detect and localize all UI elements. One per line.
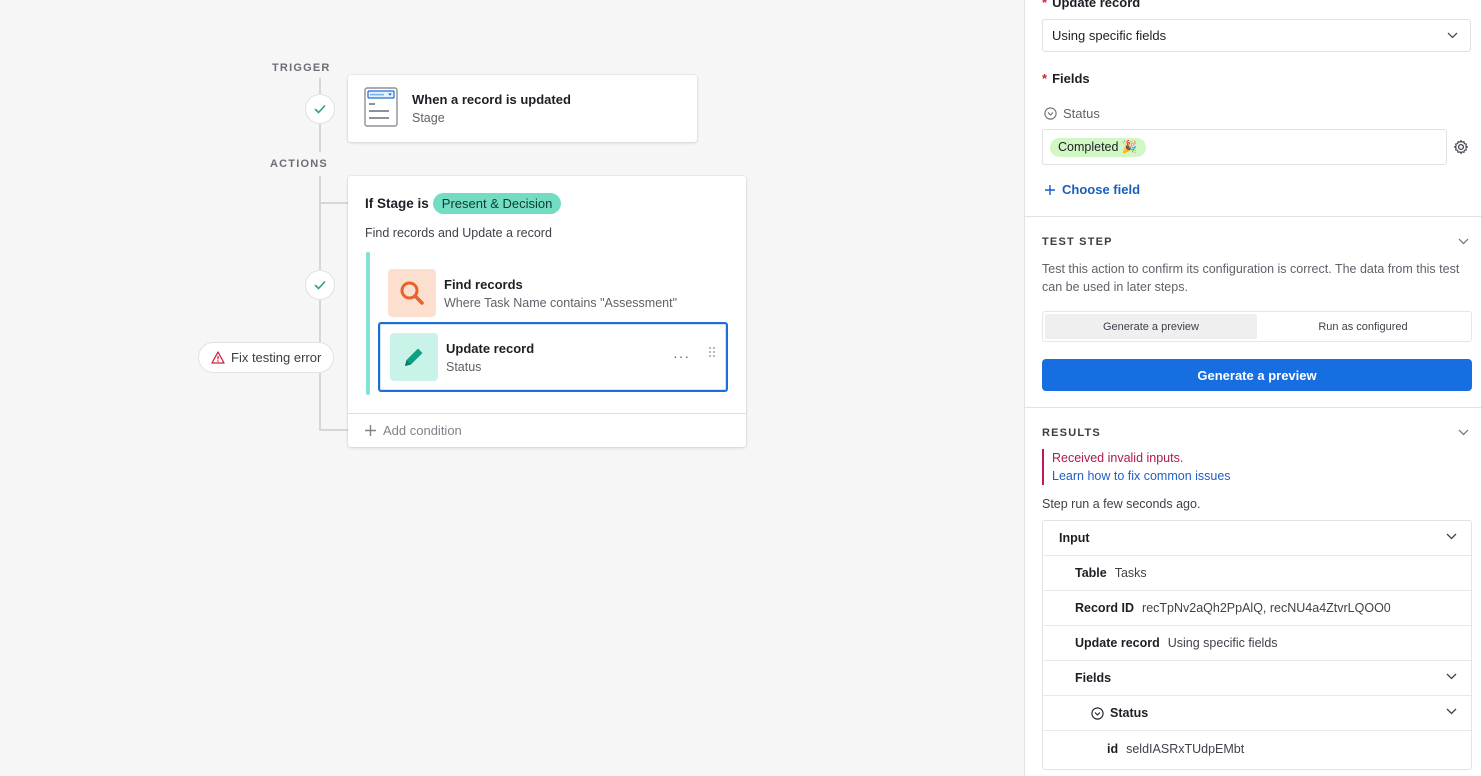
find-records-subtitle: Where Task Name contains "Assessment" — [444, 295, 678, 310]
divider — [1025, 216, 1481, 217]
choose-field-button[interactable]: Choose field — [1044, 182, 1140, 197]
connector-line — [319, 299, 321, 342]
chevron-down-icon — [1446, 533, 1457, 540]
trigger-success-check-icon — [305, 94, 335, 124]
chevron-down-icon — [1447, 32, 1458, 39]
chevron-down-icon — [1446, 673, 1457, 680]
divider — [1025, 407, 1481, 408]
connector-line — [319, 124, 321, 152]
trigger-subtitle: Stage — [412, 111, 445, 125]
single-select-icon — [1044, 107, 1057, 120]
step-run-time: Step run a few seconds ago. — [1042, 497, 1201, 511]
test-step-heading: TEST STEP — [1042, 236, 1113, 248]
find-records-title: Find records — [444, 276, 523, 292]
table-row: Table Tasks — [1043, 556, 1471, 591]
condition-header: If Stage is Present & Decision — [365, 193, 562, 214]
condition-prefix: If Stage is — [365, 196, 429, 211]
results-heading: RESULTS — [1042, 427, 1101, 439]
automation-canvas[interactable]: TRIGGER ACTIONS When a record is updated — [0, 0, 1024, 776]
connector-branch — [319, 429, 349, 431]
actions-success-check-icon — [305, 270, 335, 300]
pencil-icon — [390, 333, 438, 381]
results-input-table: Input Table Tasks Record ID recTpNv2aQh2… — [1042, 520, 1472, 770]
update-record-subtitle: Status — [446, 359, 482, 374]
chevron-down-icon[interactable] — [1458, 238, 1469, 245]
status-value-field[interactable]: Completed 🎉 — [1042, 129, 1447, 165]
trigger-title: When a record is updated — [412, 92, 571, 107]
input-row[interactable]: Input — [1043, 521, 1471, 556]
results-error-block: Received invalid inputs. Learn how to fi… — [1042, 449, 1231, 485]
update-record-select[interactable]: Using specific fields — [1042, 19, 1471, 52]
chevron-down-icon[interactable] — [1458, 429, 1469, 436]
fields-row[interactable]: Fields — [1043, 661, 1471, 696]
connector-line — [319, 373, 321, 431]
fix-common-issues-link[interactable]: Learn how to fix common issues — [1052, 467, 1231, 485]
trigger-section-label: TRIGGER — [272, 62, 331, 74]
drag-handle-icon[interactable] — [708, 346, 716, 361]
actions-section-label: ACTIONS — [270, 158, 328, 170]
update-record-label: * Update record — [1042, 0, 1141, 10]
gear-icon[interactable] — [1453, 139, 1469, 158]
single-select-icon — [1091, 706, 1104, 720]
status-row[interactable]: Status — [1043, 696, 1471, 731]
find-records-step[interactable]: Find records Where Task Name contains "A… — [378, 259, 728, 327]
update-record-step[interactable]: Update record Status ··· — [378, 322, 728, 392]
update-record-select-value: Using specific fields — [1052, 28, 1167, 43]
trigger-card[interactable]: When a record is updated Stage — [348, 75, 697, 142]
test-step-description: Test this action to confirm its configur… — [1042, 262, 1460, 294]
warning-icon — [211, 351, 225, 364]
plus-icon — [365, 425, 376, 436]
record-form-icon — [364, 87, 398, 130]
condition-card[interactable]: If Stage is Present & Decision Find reco… — [348, 176, 746, 447]
add-condition-button[interactable]: Add condition — [348, 413, 746, 447]
input-label: Input — [1059, 531, 1090, 545]
test-mode-toggle: Generate a preview Run as configured — [1042, 311, 1472, 342]
fields-label: * Fields — [1042, 71, 1090, 86]
add-condition-label: Add condition — [383, 423, 462, 438]
condition-group-bar — [366, 252, 370, 395]
condition-description: Find records and Update a record — [365, 226, 552, 240]
generate-preview-button[interactable]: Generate a preview — [1042, 359, 1472, 391]
step-config-panel: * Update record Using specific fields * Fi… — [1024, 0, 1481, 776]
fix-testing-error-label: Fix testing error — [231, 350, 322, 365]
chevron-down-icon — [1446, 708, 1457, 715]
plus-icon — [1045, 184, 1055, 195]
fix-testing-error-button[interactable]: Fix testing error — [198, 342, 335, 373]
update-record-title: Update record — [446, 340, 535, 356]
results-error-text: Received invalid inputs. — [1052, 451, 1184, 465]
connector-line — [319, 176, 321, 271]
table-row: Record ID recTpNv2aQh2PpAlQ, recNU4a4Ztv… — [1043, 591, 1471, 626]
table-row: Update record Using specific fields — [1043, 626, 1471, 661]
status-field-label: Status — [1044, 106, 1100, 121]
tab-generate-preview[interactable]: Generate a preview — [1045, 314, 1257, 339]
status-value-pill: Completed 🎉 — [1050, 137, 1146, 157]
connector-branch — [319, 202, 349, 204]
search-icon — [388, 269, 436, 317]
more-options-icon[interactable]: ··· — [673, 348, 690, 364]
id-row: id seldIASRxTUdpEMbt — [1107, 741, 1245, 756]
condition-value-pill: Present & Decision — [432, 193, 562, 214]
tab-run-as-configured[interactable]: Run as configured — [1257, 314, 1469, 339]
